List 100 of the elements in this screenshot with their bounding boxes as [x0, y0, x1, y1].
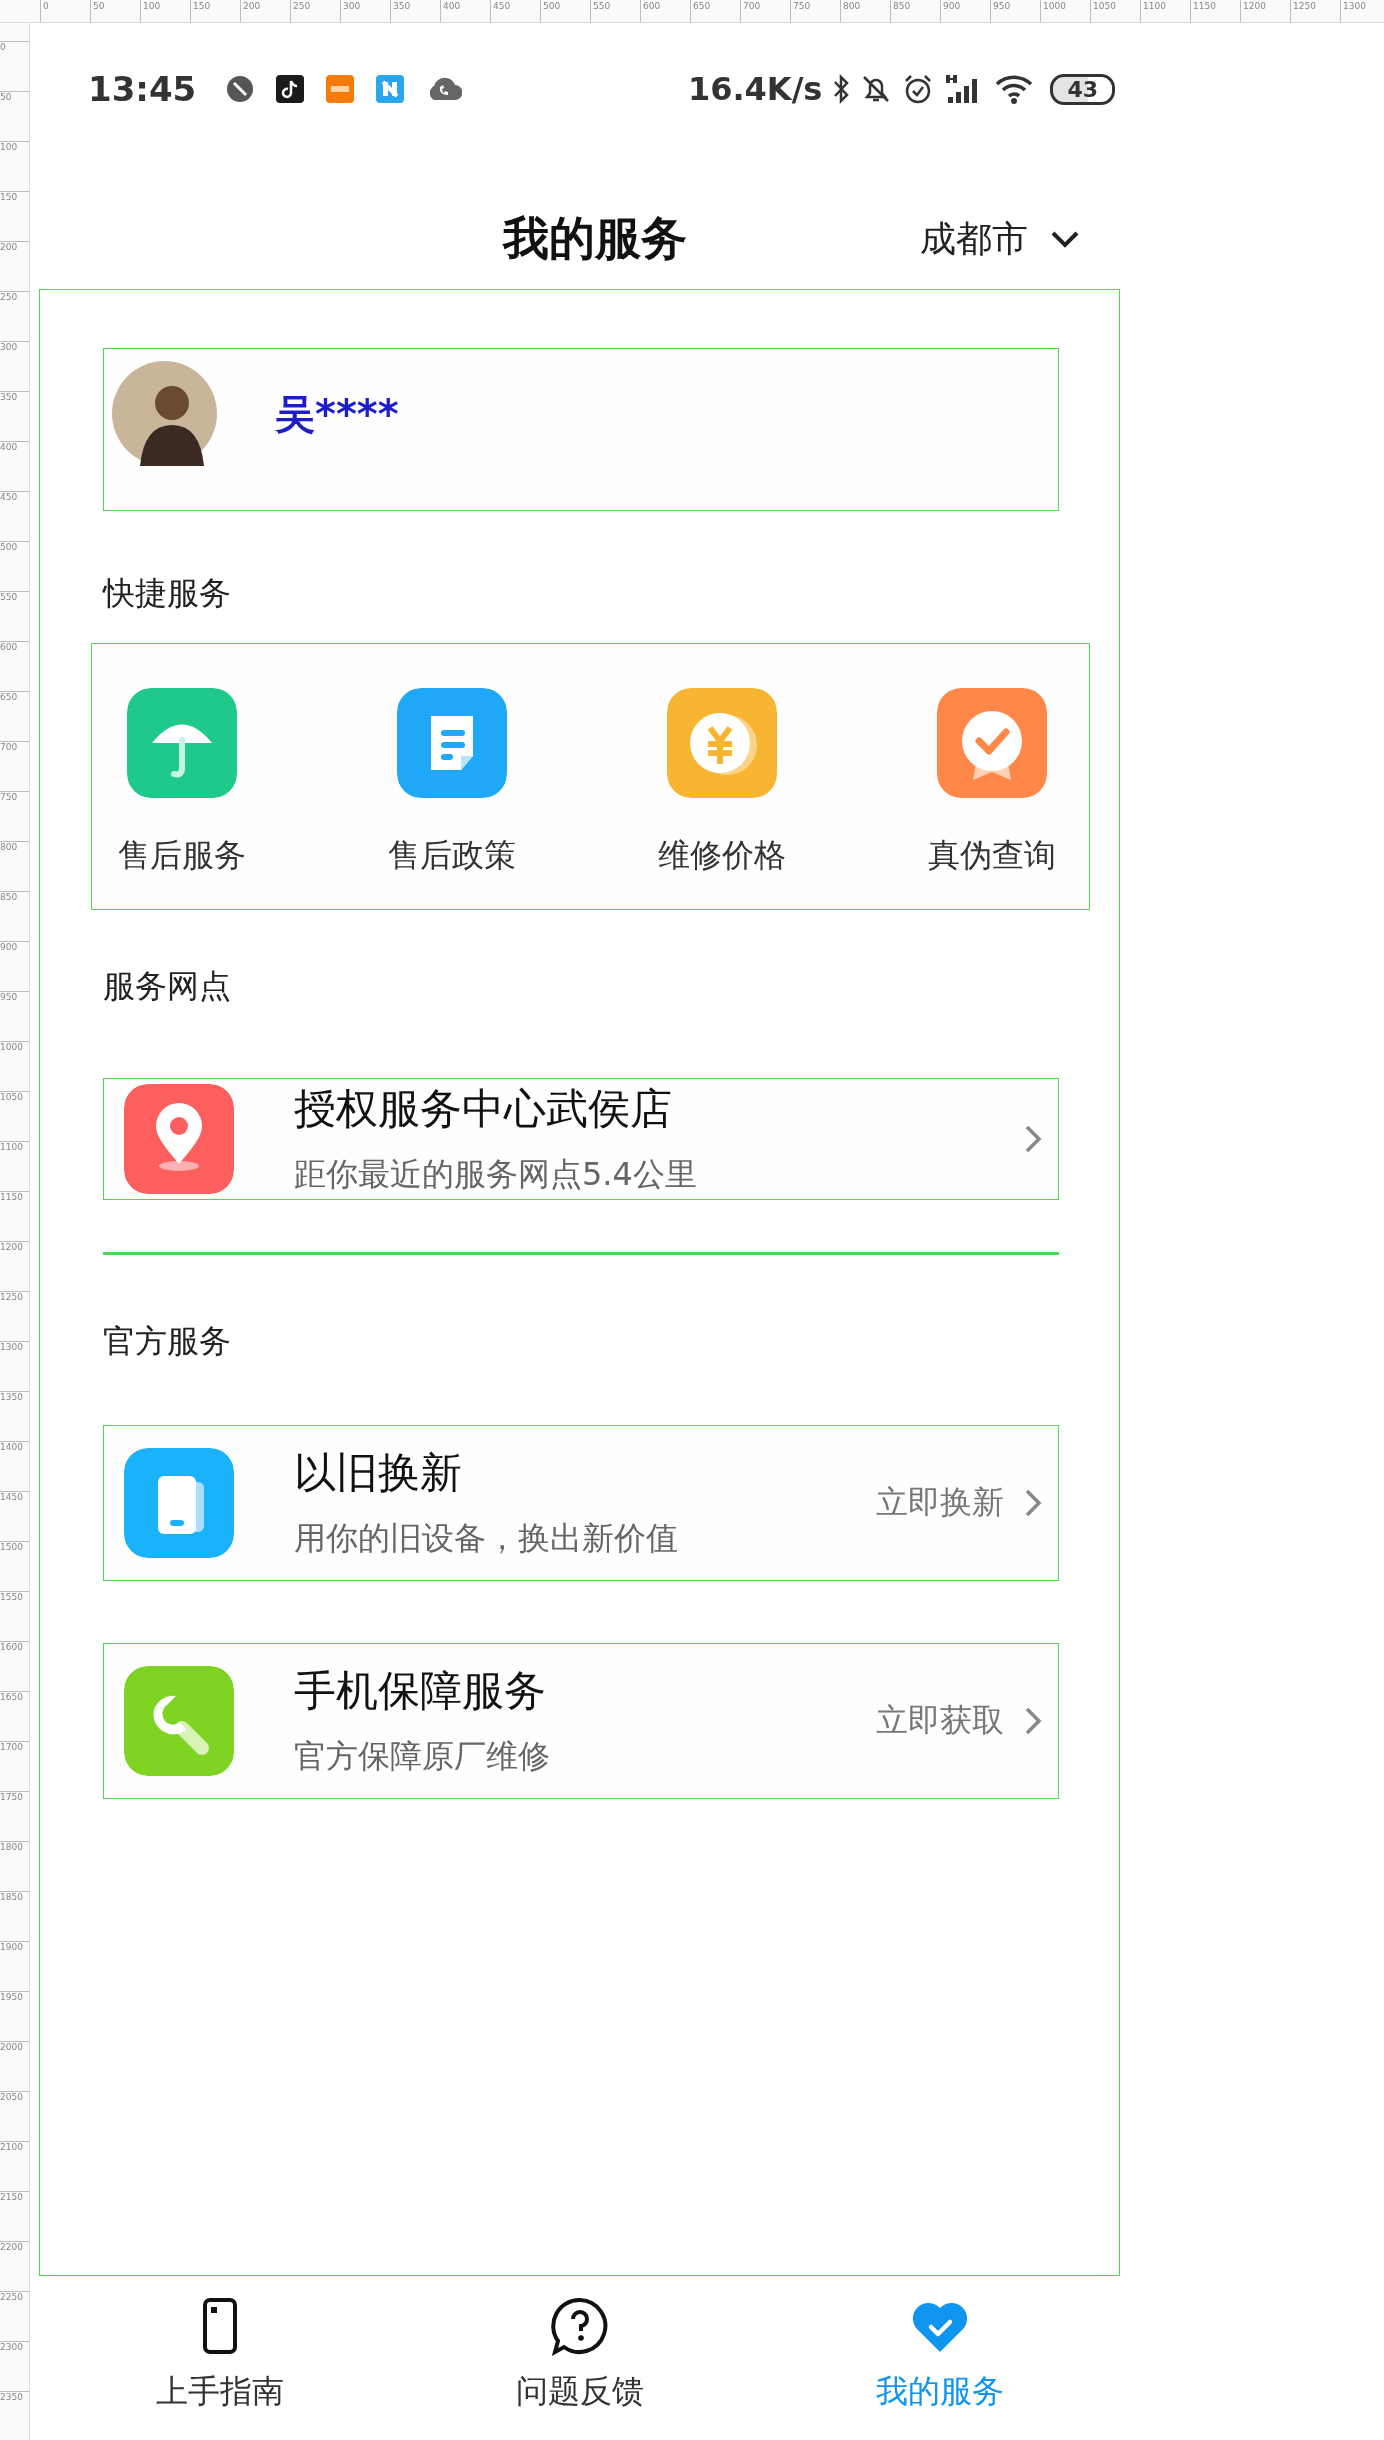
service-title: 以旧换新	[294, 1447, 463, 1499]
ruler-label: 550	[590, 0, 640, 22]
wifi-icon	[994, 73, 1035, 105]
ruler-label: 500	[0, 541, 29, 591]
app-icon	[376, 75, 405, 103]
service-label[interactable]: 真伪查询	[928, 834, 1056, 878]
ruler-label: 550	[0, 591, 29, 641]
ruler-label: 2150	[0, 2191, 29, 2241]
service-label[interactable]: 售后服务	[118, 834, 246, 878]
music-note-icon	[276, 75, 305, 103]
location-pin-icon	[124, 1084, 234, 1194]
section-title: 服务网点	[103, 966, 232, 1006]
ruler-label: 100	[0, 141, 29, 191]
ruler-label: 350	[390, 0, 440, 22]
chevron-right-icon[interactable]	[1024, 1488, 1042, 1518]
tab[interactable]: 上手指南	[40, 2296, 400, 2414]
wrench-icon	[124, 1666, 234, 1776]
ruler-label: 2350	[0, 2391, 29, 2440]
battery: 43	[1050, 73, 1115, 105]
ruler-label: 1900	[0, 1941, 29, 1991]
section-title: 快捷服务	[103, 573, 232, 613]
ruler-label: 1350	[0, 1391, 29, 1441]
ruler-label: 150	[0, 191, 29, 241]
ruler-label: 1450	[0, 1491, 29, 1541]
ruler-label: 400	[0, 441, 29, 491]
ruler-label: 1550	[0, 1591, 29, 1641]
ruler-label: 200	[0, 241, 29, 291]
blocked-icon	[226, 75, 255, 103]
service-label[interactable]: 售后政策	[388, 834, 516, 878]
ruler-label: 150	[190, 0, 240, 22]
ruler-label: 0	[40, 0, 90, 22]
ruler-label: 1050	[1090, 0, 1140, 22]
chevron-right-icon[interactable]	[1024, 1706, 1042, 1736]
section-title: 官方服务	[103, 1321, 232, 1361]
ruler-label: 250	[290, 0, 340, 22]
ruler-label: 1750	[0, 1791, 29, 1841]
ruler-label: 950	[0, 991, 29, 1041]
ruler-label: 1300	[0, 1341, 29, 1391]
ruler-label: 1250	[0, 1291, 29, 1341]
ruler-label: 850	[0, 891, 29, 941]
ruler-label: 1250	[1290, 0, 1340, 22]
ruler-label: 950	[990, 0, 1040, 22]
ruler-label: 700	[0, 741, 29, 791]
ruler-label: 800	[840, 0, 890, 22]
ruler-label: 1050	[0, 1091, 29, 1141]
store-distance: 距你最近的服务网点5.4公里	[294, 1154, 698, 1195]
ruler-label: 50	[90, 0, 140, 22]
ruler-label: 450	[490, 0, 540, 22]
ruler-label: 1600	[0, 1641, 29, 1691]
tab[interactable]: 问题反馈	[400, 2296, 760, 2414]
ruler-label: 2050	[0, 2091, 29, 2141]
ruler-label: 800	[0, 841, 29, 891]
ruler-label: 350	[0, 391, 29, 441]
action-link[interactable]: 立即换新	[876, 1481, 1004, 1525]
chevron-right-icon[interactable]	[1024, 1124, 1042, 1154]
ruler-label: 900	[0, 941, 29, 991]
service-description: 用你的旧设备，换出新价值	[294, 1518, 679, 1559]
coin-icon[interactable]	[667, 688, 777, 798]
ruler-label: 0	[0, 41, 29, 91]
ruler-label: 1950	[0, 1991, 29, 2041]
ruler-label: 2300	[0, 2341, 29, 2391]
chevron-down-icon	[1050, 230, 1080, 248]
store-name: 授权服务中心武侯店	[294, 1083, 673, 1135]
ruler-label: 300	[340, 0, 390, 22]
ruler-label: 1000	[0, 1041, 29, 1091]
ruler-label: 1850	[0, 1891, 29, 1941]
ruler-label: 1200	[1240, 0, 1290, 22]
service-title: 手机保障服务	[294, 1665, 547, 1717]
document-icon[interactable]	[397, 688, 507, 798]
ruler-label: 1100	[1140, 0, 1190, 22]
badge-check-icon[interactable]	[937, 688, 1047, 798]
ruler-label: 200	[240, 0, 290, 22]
ruler-label: 1400	[0, 1441, 29, 1491]
ruler-label: 900	[940, 0, 990, 22]
phone-icon	[124, 1448, 234, 1558]
user-name: 吴****	[275, 390, 399, 439]
ruler-label: 600	[0, 641, 29, 691]
service-description: 官方保障原厂维修	[294, 1736, 551, 1777]
ruler-label: 50	[0, 91, 29, 141]
ruler-label: 1150	[0, 1191, 29, 1241]
umbrella-icon[interactable]	[127, 688, 237, 798]
clock-time: 13:45	[88, 69, 197, 109]
ruler-label: 850	[890, 0, 940, 22]
ruler-label: 1200	[0, 1241, 29, 1291]
ruler-label: 1300	[1340, 0, 1384, 22]
ruler-label: 500	[540, 0, 590, 22]
action-link[interactable]: 立即获取	[876, 1699, 1004, 1743]
ruler-label: 2100	[0, 2141, 29, 2191]
question-bubble-icon	[550, 2296, 610, 2356]
service-label[interactable]: 维修价格	[658, 834, 786, 878]
app-icon	[326, 75, 355, 103]
service-card[interactable]: 以旧换新 用你的旧设备，换出新价值 立即换新	[103, 1425, 1059, 1581]
ruler-label: 1500	[0, 1541, 29, 1591]
ruler-label: 1700	[0, 1741, 29, 1791]
page-title: 我的服务	[503, 210, 687, 267]
service-card[interactable]: 手机保障服务 官方保障原厂维修 立即获取	[103, 1643, 1059, 1799]
ruler-label: 1800	[0, 1841, 29, 1891]
store-card[interactable]: 授权服务中心武侯店 距你最近的服务网点5.4公里	[103, 1078, 1059, 1200]
ruler-label: 650	[690, 0, 740, 22]
city-selector[interactable]: 成都市	[920, 214, 1080, 264]
